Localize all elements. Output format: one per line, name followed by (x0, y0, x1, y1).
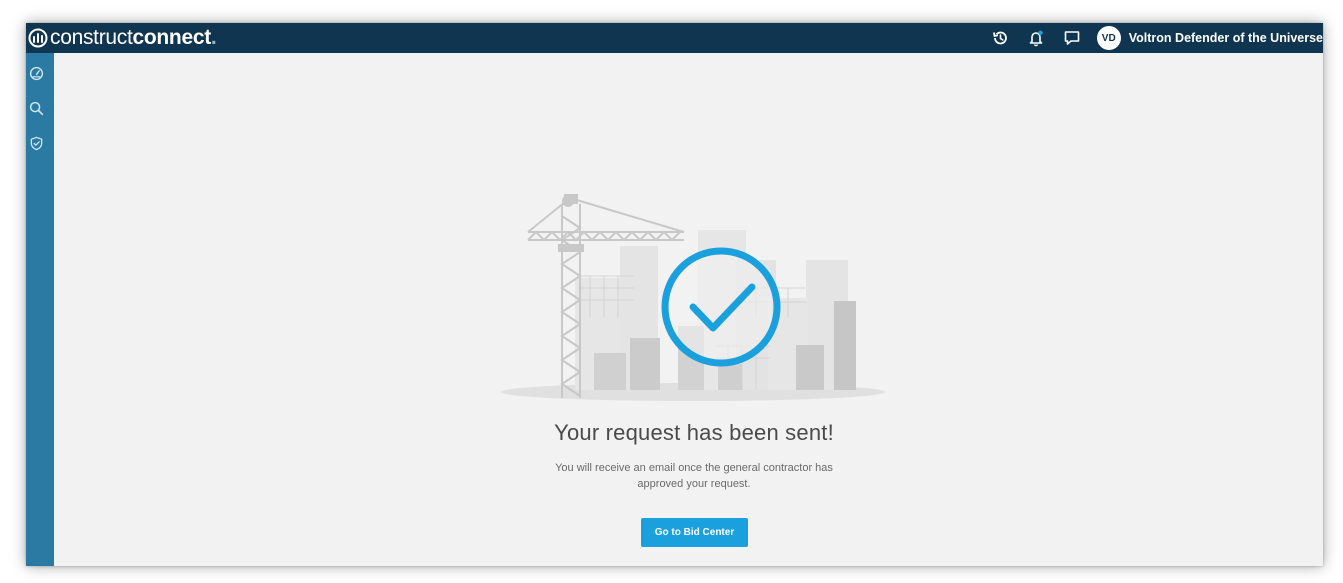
shield-check-icon (30, 136, 42, 150)
sidebar-item-search[interactable] (28, 100, 44, 116)
page-title: Your request has been sent! (554, 420, 834, 445)
user-name[interactable]: Voltron Defender of the Universe (1129, 31, 1323, 45)
sidebar-item-security[interactable] (28, 135, 44, 151)
app-window: constructconnect. VD Voltron Defender of… (26, 23, 1323, 566)
bell-icon-glyph (1029, 30, 1043, 47)
construction-illustration (501, 194, 885, 401)
confirmation-message: You will receive an email once the gener… (555, 462, 833, 490)
logo-text: constructconnect. (50, 26, 217, 49)
go-to-bid-center-button[interactable]: Go to Bid Center (641, 518, 748, 547)
bell-icon[interactable] (1025, 27, 1047, 49)
sidebar-item-dashboard[interactable] (28, 65, 44, 81)
top-bar: constructconnect. VD Voltron Defender of… (26, 23, 1323, 53)
chat-icon-glyph (1064, 31, 1080, 45)
history-icon[interactable] (989, 27, 1011, 49)
avatar[interactable]: VD (1096, 26, 1121, 50)
search-icon (29, 101, 43, 115)
dashboard-icon (29, 66, 43, 80)
sidebar (26, 53, 54, 566)
logo-mark-icon (28, 28, 48, 48)
chat-icon[interactable] (1061, 27, 1083, 49)
logo[interactable]: constructconnect. (28, 26, 217, 50)
top-actions: VD Voltron Defender of the Universe (989, 23, 1323, 53)
history-icon-glyph (992, 31, 1007, 45)
